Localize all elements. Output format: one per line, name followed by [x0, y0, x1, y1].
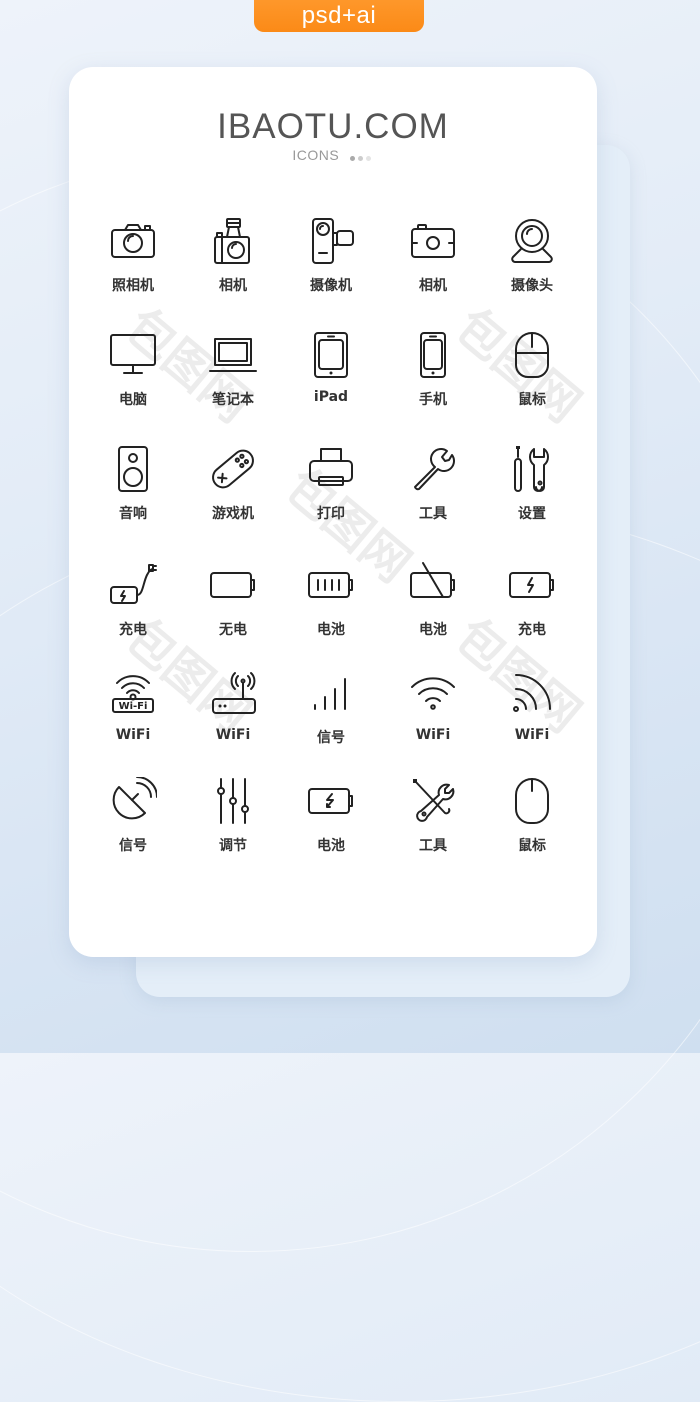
mouse-icon: [482, 331, 582, 379]
icon-tile[interactable]: 电池: [281, 561, 381, 639]
satellite-dish-icon: [83, 777, 183, 825]
site-title: IBAOTU.COM: [217, 107, 449, 146]
icon-tile[interactable]: 鼠标: [482, 777, 582, 855]
icon-tile[interactable]: 相机: [383, 217, 483, 295]
wrench-icon: [383, 445, 483, 493]
laptop-icon: [183, 331, 283, 379]
printer-icon: [281, 445, 381, 493]
icon-label: 照相机: [112, 278, 154, 294]
icon-label: 音响: [119, 506, 147, 522]
icon-label: 无电: [219, 622, 247, 638]
icon-label: 相机: [419, 278, 447, 294]
subtitle-row: ICONS: [69, 147, 597, 164]
icon-label: 充电: [119, 622, 147, 638]
icon-tile[interactable]: 充电: [482, 561, 582, 639]
battery-bolt-icon: [281, 777, 381, 825]
icon-label: WiFi: [115, 727, 151, 743]
no-battery-icon: [383, 561, 483, 609]
charging-battery-icon: [482, 561, 582, 609]
icon-tile[interactable]: 照相机: [83, 217, 183, 295]
icon-tile[interactable]: WiFi: [482, 669, 582, 743]
empty-battery-icon: [183, 561, 283, 609]
flash-camera-icon: [183, 217, 283, 265]
svg-text:Wi-Fi: Wi-Fi: [119, 701, 148, 712]
icon-tile[interactable]: WiFi: [183, 669, 283, 743]
format-badge: psd+ai: [254, 0, 424, 32]
icon-tile[interactable]: 鼠标: [482, 331, 582, 409]
icon-label: WiFi: [215, 727, 251, 743]
icon-tile[interactable]: 摄像头: [482, 217, 582, 295]
icon-tile[interactable]: Wi-Fi WiFi: [83, 669, 183, 743]
tools-icon: [383, 777, 483, 825]
icon-label: 信号: [317, 730, 345, 746]
icon-card: IBAOTU.COM ICONS 包图网 包图网 包图网 包图网 包图网 照相机…: [69, 67, 597, 957]
icon-label: 电脑: [119, 392, 147, 408]
icon-label: 信号: [119, 838, 147, 854]
icon-tile[interactable]: 电脑: [83, 331, 183, 409]
icon-tile[interactable]: WiFi: [383, 669, 483, 743]
camcorder-icon: [281, 217, 381, 265]
wifi-sign-icon: Wi-Fi: [83, 669, 183, 717]
sliders-icon: [183, 777, 283, 825]
icon-tile[interactable]: 电池: [281, 777, 381, 855]
icon-tile[interactable]: 无电: [183, 561, 283, 639]
icon-tile[interactable]: 工具: [383, 777, 483, 855]
webcam-icon: [482, 217, 582, 265]
icon-tile[interactable]: 信号: [281, 669, 381, 747]
phone-icon: [383, 331, 483, 379]
tablet-icon: [281, 331, 381, 379]
icon-label: 笔记本: [212, 392, 254, 408]
mouse-simple-icon: [482, 777, 582, 825]
icon-tile[interactable]: 电池: [383, 561, 483, 639]
router-icon: [183, 669, 283, 717]
icon-label: 手机: [419, 392, 447, 408]
icon-label: iPad: [313, 389, 349, 405]
camera-icon: [83, 217, 183, 265]
icon-tile[interactable]: 音响: [83, 445, 183, 523]
icon-tile[interactable]: iPad: [281, 331, 381, 405]
icon-label: WiFi: [415, 727, 451, 743]
icon-tile[interactable]: 相机: [183, 217, 283, 295]
icon-label: 电池: [317, 838, 345, 854]
icon-label: 鼠标: [518, 838, 546, 854]
icon-label: 工具: [419, 506, 447, 522]
wifi-icon: [383, 669, 483, 717]
full-battery-icon: [281, 561, 381, 609]
signal-bars-icon: [281, 669, 381, 717]
charger-battery-icon: [83, 561, 183, 609]
icon-tile[interactable]: 游戏机: [183, 445, 283, 523]
gamepad-icon: [183, 445, 283, 493]
icon-label: 工具: [419, 838, 447, 854]
icon-label: 充电: [518, 622, 546, 638]
speaker-icon: [83, 445, 183, 493]
icon-label: WiFi: [514, 727, 550, 743]
icon-label: 相机: [219, 278, 247, 294]
icon-label: 打印: [317, 506, 345, 522]
subtitle: ICONS: [292, 147, 340, 163]
icon-label: 鼠标: [518, 392, 546, 408]
icon-label: 电池: [419, 622, 447, 638]
icon-label: 调节: [219, 838, 247, 854]
icon-tile[interactable]: 打印: [281, 445, 381, 523]
icon-tile[interactable]: 信号: [83, 777, 183, 855]
icon-tile[interactable]: 充电: [83, 561, 183, 639]
icon-label: 电池: [317, 622, 345, 638]
icon-tile[interactable]: 设置: [482, 445, 582, 523]
icon-tile[interactable]: 工具: [383, 445, 483, 523]
icon-tile[interactable]: 调节: [183, 777, 283, 855]
compact-camera-icon: [383, 217, 483, 265]
icon-tile[interactable]: 笔记本: [183, 331, 283, 409]
wifi-corner-icon: [482, 669, 582, 717]
icon-label: 摄像机: [310, 278, 352, 294]
icon-label: 设置: [518, 506, 546, 522]
dots-decoration: [349, 148, 374, 164]
icon-tile[interactable]: 手机: [383, 331, 483, 409]
icon-label: 摄像头: [511, 278, 553, 294]
screwdriver-wrench-icon: [482, 445, 582, 493]
monitor-icon: [83, 331, 183, 379]
icon-label: 游戏机: [212, 506, 254, 522]
icon-tile[interactable]: 摄像机: [281, 217, 381, 295]
